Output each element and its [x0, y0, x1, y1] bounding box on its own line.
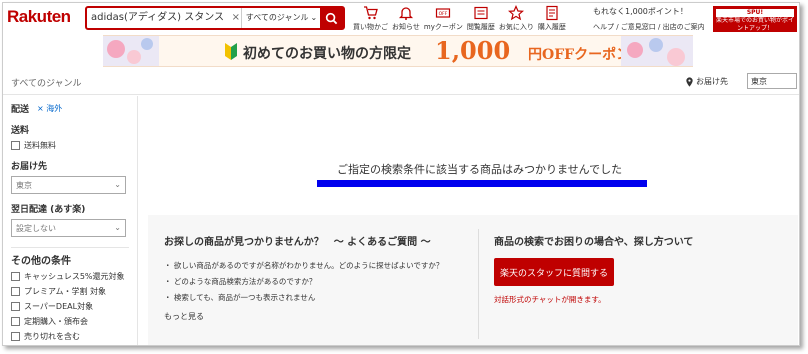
more-link[interactable]: もっと見る: [164, 311, 474, 322]
dest-title: お届け先: [11, 162, 48, 172]
delivery-row: 配送 × 海外: [11, 102, 129, 115]
dest-select[interactable]: 東京 ⌄: [11, 176, 126, 194]
faq-link[interactable]: ・ 欲しい商品があるのですが名称がわかりません。どのように探せばよいですか？: [164, 260, 474, 271]
delivery-title: 配送: [11, 105, 30, 115]
ask-staff-button[interactable]: 楽天のスタッフに質問する: [494, 258, 614, 286]
nav-label: 購入履歴: [537, 23, 566, 31]
nav-label: お知らせ: [392, 23, 420, 31]
search-bar: adidas(アディダス) スタンス × すべてのジャンル ⌄: [85, 6, 345, 30]
nav-label: 閲覧履歴: [466, 23, 495, 31]
genre-select-value: すべてのジャンル: [245, 13, 309, 22]
checkbox-label: スーパーDEAL対象: [24, 302, 94, 311]
coupon-amount: 1,000: [435, 36, 511, 65]
checkbox-label: 送料無料: [24, 141, 56, 150]
coupon-text: 初めてのお買い物の方限定: [243, 46, 411, 62]
checkbox[interactable]: [11, 302, 20, 311]
free-shipping-option[interactable]: 送料無料: [11, 140, 129, 151]
faq-list: ・ 欲しい商品があるのですが名称がわかりません。どのように探せばよいですか？ ・…: [164, 260, 474, 303]
checkbox-label: 定期購入・頒布会: [24, 317, 88, 326]
nav-history[interactable]: 閲覧履歴: [467, 5, 495, 32]
spu-logo: SPU!: [716, 9, 794, 17]
shipping-title: 送料: [11, 126, 30, 136]
highlight-bar: [317, 180, 647, 187]
nextday-select-value: 設定しない: [16, 224, 56, 233]
deliver-select[interactable]: 東京: [747, 73, 797, 89]
receipt-icon: [546, 5, 558, 21]
chevron-down-icon: ⌄: [114, 180, 121, 189]
browser-page: Rakuten adidas(アディダス) スタンス × すべてのジャンル ⌄ …: [2, 2, 800, 346]
faq-link[interactable]: ・ 検索しても、商品が一つも表示されません: [164, 292, 474, 303]
nav-coupon[interactable]: OFF myクーポン: [424, 5, 463, 32]
svg-text:OFF: OFF: [439, 11, 448, 17]
checkbox-label: キャッシュレス5%還元対象: [24, 272, 125, 281]
search-icon: [325, 12, 338, 24]
help-panel: お探しの商品が見つかりませんか？ ～ よくあるご質問 ～ ・ 欲しい商品があるの…: [148, 215, 798, 345]
search-input[interactable]: adidas(アディダス) スタンス: [87, 8, 231, 28]
checkbox[interactable]: [11, 272, 20, 281]
deliver-to: お届け先: [685, 76, 728, 87]
checkbox[interactable]: [11, 332, 20, 341]
contact-section: 商品の検索でお困りの場合や、探し方ついて 楽天のスタッフに質問する 対話形式のチ…: [494, 233, 784, 305]
spu-banner[interactable]: SPU! 楽天市場でのお買い物がポイントアップ！: [713, 6, 797, 32]
coupon-suffix: 円OFFクーポン: [528, 47, 631, 63]
chevron-down-icon: ⌄: [114, 223, 121, 232]
breadcrumb-bar: すべてのジャンル お届け先 東京: [3, 69, 799, 95]
filter-sidebar: 配送 × 海外 送料 送料無料 お届け先 東京 ⌄ 翌日配達 (あす楽) 設定し…: [3, 96, 138, 345]
points-promo[interactable]: もれなく1,000ポイント！: [593, 6, 705, 17]
checkbox[interactable]: [11, 141, 20, 150]
star-icon: [508, 5, 525, 21]
condition-option[interactable]: 売り切れを含む: [11, 331, 129, 342]
deliver-label: お届け先: [696, 77, 728, 86]
clear-search-icon[interactable]: ×: [231, 8, 241, 28]
cart-icon: [363, 6, 378, 20]
dest-select-value: 東京: [16, 181, 32, 190]
nav-label: お気に入り: [498, 23, 534, 31]
spu-text: 楽天市場でのお買い物がポイントアップ！: [715, 17, 794, 32]
other-conditions-title: その他の条件: [11, 247, 129, 267]
condition-option[interactable]: スーパーDEAL対象: [11, 301, 129, 312]
nav-purchase-history[interactable]: 購入履歴: [538, 5, 566, 32]
faq-section: お探しの商品が見つかりませんか？ ～ よくあるご質問 ～ ・ 欲しい商品があるの…: [164, 233, 474, 322]
flower-decoration: [621, 36, 693, 66]
nextday-title: 翌日配達 (あす楽): [11, 205, 86, 215]
flower-decoration: [103, 36, 159, 66]
genre-select[interactable]: すべてのジャンル ⌄: [240, 8, 320, 28]
checkbox-label: 売り切れを含む: [24, 332, 80, 341]
help-title: 商品の検索でお困りの場合や、探し方ついて: [494, 237, 694, 248]
condition-option[interactable]: 定期購入・頒布会: [11, 316, 129, 327]
search-button[interactable]: [320, 8, 344, 28]
no-results-message: ご指定の検索条件に該当する商品はみつかりませんでした: [337, 163, 623, 176]
condition-option[interactable]: キャッシュレス5%還元対象: [11, 271, 129, 282]
checkbox[interactable]: [11, 317, 20, 326]
nav-cart[interactable]: 買い物かご: [353, 5, 388, 32]
history-icon: [474, 6, 488, 20]
overseas-label: 海外: [46, 104, 63, 113]
nav-label: 買い物かご: [353, 23, 388, 31]
nav-label: myクーポン: [423, 23, 463, 31]
nav-favorite[interactable]: お気に入り: [499, 5, 534, 32]
chevron-down-icon: ⌄: [310, 13, 318, 22]
faq-link[interactable]: ・ どのような商品検索方法があるのですか？: [164, 276, 474, 287]
faq-title: お探しの商品が見つかりませんか？ ～ よくあるご質問 ～: [164, 237, 431, 248]
condition-option[interactable]: プレミアム・学割 対象: [11, 286, 129, 297]
rakuten-logo[interactable]: Rakuten: [7, 7, 71, 27]
chat-note: 対話形式のチャットが開きます。: [494, 295, 606, 304]
bell-icon: [398, 7, 414, 20]
header-nav: 買い物かご お知らせ OFF myクーポン 閲覧履歴 お気に入り 購入履歴: [353, 5, 570, 32]
overseas-link[interactable]: × 海外: [37, 103, 62, 114]
coupon-banner[interactable]: 初めてのお買い物の方限定 1,000 円OFFクーポン: [103, 35, 693, 67]
coupon-icon: OFF: [436, 8, 451, 18]
location-pin-icon: [686, 76, 693, 87]
breadcrumb[interactable]: すべてのジャンル: [11, 76, 82, 89]
nav-notice[interactable]: お知らせ: [392, 5, 420, 32]
divider: [478, 229, 479, 339]
site-header: Rakuten adidas(アディダス) スタンス × すべてのジャンル ⌄ …: [3, 3, 799, 35]
beginner-mark-icon: [225, 43, 237, 60]
checkbox[interactable]: [11, 287, 20, 296]
help-links[interactable]: ヘルプ / ご意見窓口 / 出店のご案内: [593, 22, 705, 32]
checkbox-label: プレミアム・学割 対象: [24, 287, 106, 296]
nextday-select[interactable]: 設定しない ⌄: [11, 219, 126, 237]
header-links: もれなく1,000ポイント！ ヘルプ / ご意見窓口 / 出店のご案内: [593, 6, 705, 32]
